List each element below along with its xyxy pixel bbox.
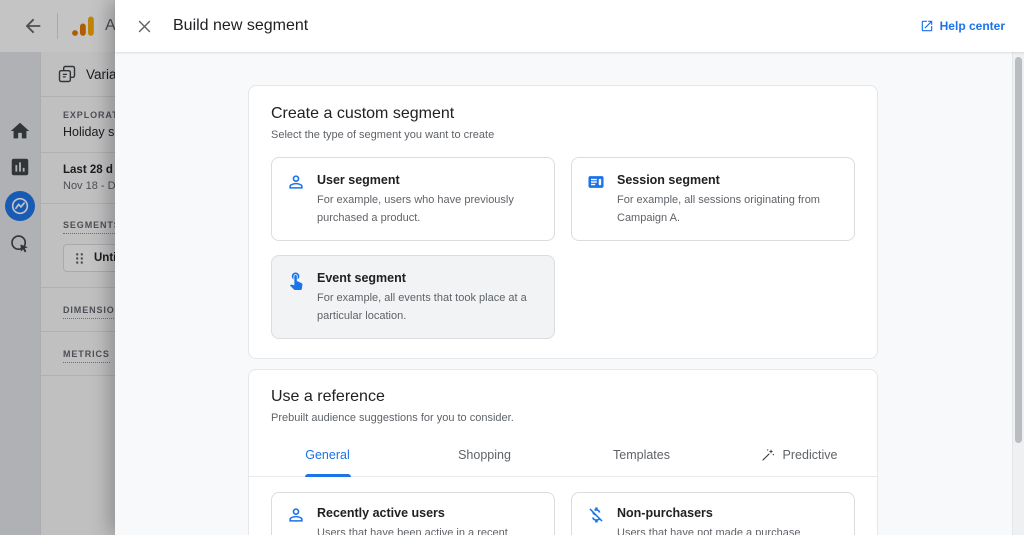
option-title: Event segment	[317, 271, 406, 286]
suggestion-description: Users that have been active in a recent …	[317, 527, 508, 535]
tab-general[interactable]: General	[249, 437, 406, 476]
tab-templates[interactable]: Templates	[563, 437, 720, 476]
option-description: For example, all events that took place …	[317, 292, 527, 322]
tab-label: Shopping	[458, 448, 511, 463]
option-description: For example, users who have previously p…	[317, 194, 514, 224]
touch-icon	[286, 269, 306, 291]
modal-body: Create a custom segment Select the type …	[115, 52, 1024, 535]
tab-label: General	[305, 448, 350, 463]
close-icon[interactable]	[136, 18, 153, 35]
suggestion-title: Non-purchasers	[617, 506, 713, 521]
reference-subheading: Prebuilt audience suggestions for you to…	[271, 412, 514, 425]
person-icon	[286, 171, 306, 192]
session-icon	[586, 171, 606, 192]
tab-shopping[interactable]: Shopping	[406, 437, 563, 476]
custom-segment-subheading: Select the type of segment you want to c…	[271, 129, 495, 141]
purchase-off-icon	[586, 504, 606, 525]
build-new-segment-modal: Build new segment Help center Create a c…	[115, 0, 1024, 535]
user-segment-card[interactable]: User segment For example, users who have…	[271, 157, 555, 242]
tab-label: Predictive	[782, 448, 838, 463]
non-purchasers-card[interactable]: Non-purchasers Users that have not made …	[571, 492, 855, 535]
suggestion-title: Recently active users	[317, 506, 445, 521]
person-icon	[286, 504, 306, 525]
custom-segment-section: Create a custom segment Select the type …	[248, 85, 878, 360]
open-in-new-icon	[920, 19, 934, 33]
tab-predictive[interactable]: Predictive	[720, 437, 877, 476]
modal-scrollbar-track[interactable]	[1012, 52, 1024, 535]
screen: Analy	[0, 0, 1024, 535]
reference-suggestions: Recently active users Users that have be…	[271, 492, 855, 535]
option-title: Session segment	[617, 173, 720, 187]
modal-title: Build new segment	[173, 17, 309, 34]
reference-heading: Use a reference	[271, 388, 385, 406]
modal-header: Build new segment Help center	[115, 0, 1024, 52]
session-segment-card[interactable]: Session segment For example, all session…	[571, 157, 855, 242]
reference-section: Use a reference Prebuilt audience sugges…	[248, 369, 878, 535]
help-center-link[interactable]: Help center	[920, 19, 1005, 33]
option-description: For example, all sessions originating fr…	[617, 194, 820, 224]
help-center-label: Help center	[939, 19, 1005, 33]
reference-tabs: General Shopping Templates Predictive	[249, 437, 877, 478]
modal-scrollbar-thumb[interactable]	[1015, 57, 1022, 443]
tab-label: Templates	[613, 448, 670, 463]
suggestion-description: Users that have not made a purchase	[617, 527, 801, 535]
custom-segment-heading: Create a custom segment	[271, 105, 455, 122]
wand-icon	[760, 447, 776, 463]
event-segment-card[interactable]: Event segment For example, all events th…	[271, 255, 555, 340]
segment-options: User segment For example, users who have…	[271, 157, 855, 340]
option-title: User segment	[317, 173, 400, 187]
recently-active-users-card[interactable]: Recently active users Users that have be…	[271, 492, 555, 535]
